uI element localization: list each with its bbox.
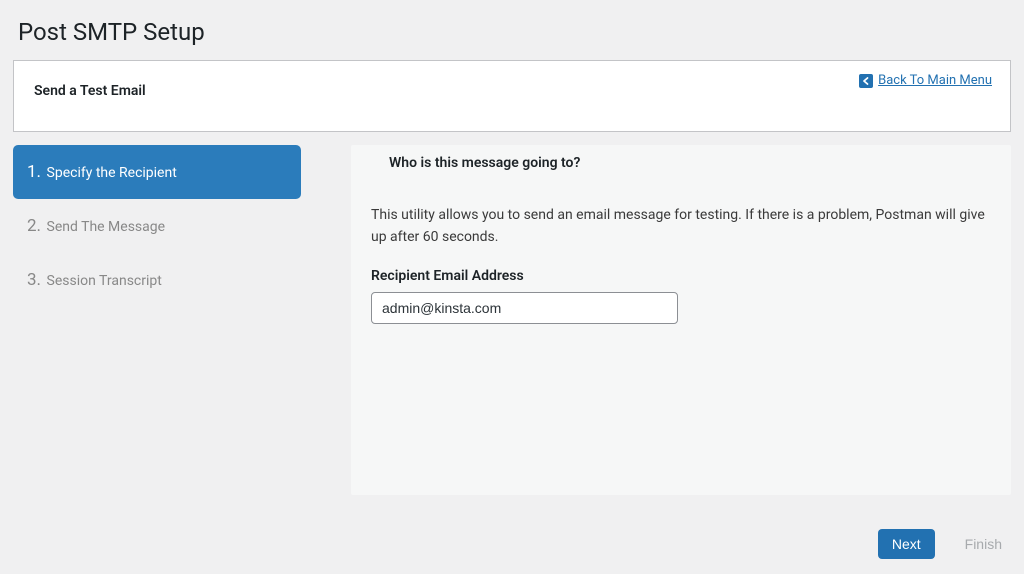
step-label: Send The Message xyxy=(47,219,166,235)
wizard: 1. Specify the Recipient 2. Send The Mes… xyxy=(13,145,1011,495)
step-specify-recipient[interactable]: 1. Specify the Recipient xyxy=(13,145,301,199)
back-to-main-link[interactable]: Back To Main Menu xyxy=(878,73,992,88)
content-description: This utility allows you to send an email… xyxy=(371,205,991,248)
step-content: Who is this message going to? This utili… xyxy=(351,145,1011,495)
step-label: Session Transcript xyxy=(47,273,162,289)
card-send-test-email: Send a Test Email Back To Main Menu xyxy=(13,60,1011,132)
back-arrow-icon xyxy=(859,74,873,88)
finish-button: Finish xyxy=(955,529,1012,559)
step-number: 2. xyxy=(27,216,41,236)
back-link-wrap[interactable]: Back To Main Menu xyxy=(859,73,992,88)
step-session-transcript[interactable]: 3. Session Transcript xyxy=(13,253,301,307)
page-title: Post SMTP Setup xyxy=(0,0,1024,60)
button-row: Next Finish xyxy=(14,529,1012,559)
recipient-email-input[interactable] xyxy=(371,292,678,324)
step-send-message[interactable]: 2. Send The Message xyxy=(13,199,301,253)
recipient-email-label: Recipient Email Address xyxy=(371,268,991,284)
step-number: 3. xyxy=(27,270,41,290)
steps-nav: 1. Specify the Recipient 2. Send The Mes… xyxy=(13,145,301,495)
card-title: Send a Test Email xyxy=(34,83,990,99)
content-heading: Who is this message going to? xyxy=(389,155,991,171)
step-label: Specify the Recipient xyxy=(47,165,177,181)
next-button[interactable]: Next xyxy=(878,529,935,559)
step-number: 1. xyxy=(27,162,41,182)
